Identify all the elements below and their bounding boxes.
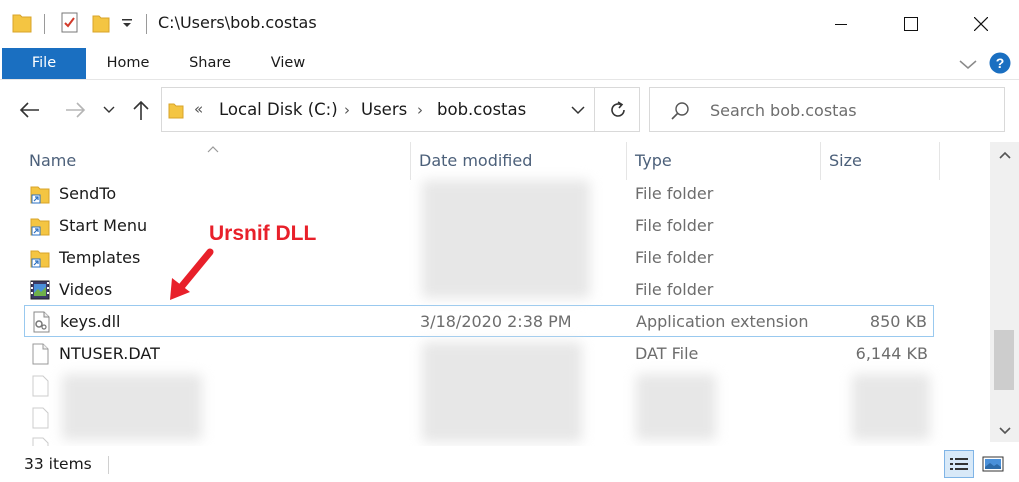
window-title: C:\Users\bob.costas: [158, 13, 317, 32]
tab-home[interactable]: Home: [96, 48, 160, 79]
forward-arrow-icon: [66, 102, 86, 118]
file-name: Videos: [59, 280, 113, 299]
tab-share[interactable]: Share: [180, 48, 240, 79]
large-icons-view-button[interactable]: [978, 450, 1008, 478]
file-type: DAT File: [635, 344, 699, 363]
minimize-icon: [835, 24, 847, 25]
folder-icon: [168, 101, 184, 123]
file-icon: [29, 437, 51, 446]
file-type: File folder: [635, 216, 714, 235]
file-icon: [29, 407, 51, 429]
redaction-blur: [636, 374, 716, 440]
address-bar[interactable]: « Local Disk (C:) › Users › bob.costas: [161, 87, 640, 132]
folder-shortcut-icon: [29, 247, 51, 269]
breadcrumb-separator[interactable]: ›: [344, 101, 350, 119]
breadcrumb-local-disk[interactable]: Local Disk (C:): [219, 100, 338, 119]
close-button[interactable]: [958, 8, 1004, 40]
up-button[interactable]: [128, 97, 154, 123]
file-size: 6,144 KB: [855, 344, 928, 363]
file-name: Start Menu: [59, 216, 148, 235]
file-icon: [29, 375, 51, 397]
expand-ribbon-chevron-icon[interactable]: [958, 56, 978, 75]
folder-icon[interactable]: [12, 12, 32, 38]
file-type: File folder: [635, 184, 714, 203]
column-header-type[interactable]: Type: [635, 142, 815, 180]
file-name: SendTo: [59, 184, 117, 203]
tab-file[interactable]: File: [2, 48, 86, 79]
redaction-blur: [852, 374, 930, 440]
refresh-button[interactable]: [594, 88, 640, 131]
refresh-icon: [610, 100, 625, 117]
properties-icon[interactable]: [60, 12, 80, 38]
list-item-selected[interactable]: keys.dll 3/18/2020 2:38 PM Application e…: [24, 305, 934, 337]
file-type: File folder: [635, 280, 714, 299]
file-name: keys.dll: [60, 312, 121, 331]
forward-button[interactable]: [62, 97, 88, 123]
help-icon[interactable]: ?: [989, 52, 1011, 78]
videos-folder-icon: [29, 279, 51, 301]
title-bar: C:\Users\bob.costas: [0, 0, 1019, 48]
item-count: 33 items: [24, 455, 92, 473]
breadcrumb-users[interactable]: Users: [361, 100, 407, 119]
back-button[interactable]: [17, 97, 43, 123]
redaction-blur: [62, 374, 202, 440]
details-view-icon: [950, 458, 968, 470]
folder-shortcut-icon: [29, 215, 51, 237]
column-header-name[interactable]: Name: [29, 142, 409, 180]
search-input[interactable]: Search bob.costas: [649, 87, 1005, 132]
dll-file-icon: [30, 311, 52, 333]
maximize-button[interactable]: [888, 8, 934, 40]
close-icon: [974, 17, 988, 31]
new-folder-icon[interactable]: [92, 12, 110, 38]
customize-toolbar-chevron-icon[interactable]: [120, 15, 134, 34]
column-divider[interactable]: [939, 142, 940, 180]
column-header-size[interactable]: Size: [829, 142, 929, 180]
overflow-chevron[interactable]: «: [194, 100, 203, 118]
chevron-down-icon: [103, 106, 115, 113]
redaction-blur: [422, 180, 590, 298]
file-type: File folder: [635, 248, 714, 267]
folder-shortcut-icon: [29, 183, 51, 205]
chevron-down-icon: [571, 106, 585, 115]
tab-view[interactable]: View: [258, 48, 318, 79]
scroll-down-button[interactable]: [990, 418, 1019, 444]
scrollbar-thumb[interactable]: [994, 330, 1014, 390]
file-icon: [29, 343, 51, 365]
file-date-modified: 3/18/2020 2:38 PM: [420, 312, 572, 331]
column-divider[interactable]: [626, 142, 627, 180]
recent-locations-button[interactable]: [99, 97, 119, 123]
chevron-down-icon: [998, 427, 1011, 435]
back-arrow-icon: [19, 102, 39, 118]
navigation-bar: « Local Disk (C:) › Users › bob.costas S…: [0, 80, 1019, 138]
file-name: Templates: [59, 248, 141, 267]
search-icon: [670, 101, 690, 125]
column-divider[interactable]: [820, 142, 821, 180]
breadcrumb-bob-costas[interactable]: bob.costas: [437, 100, 526, 119]
up-arrow-icon: [133, 100, 149, 120]
annotation-arrow-icon: [170, 248, 214, 300]
vertical-scrollbar[interactable]: [990, 142, 1019, 442]
minimize-button[interactable]: [818, 8, 864, 40]
scroll-up-button[interactable]: [990, 142, 1019, 168]
divider: [146, 14, 147, 34]
annotation-label: Ursnif DLL: [209, 222, 317, 245]
details-view-button[interactable]: [944, 450, 974, 478]
divider: [44, 14, 45, 34]
file-size: 850 KB: [869, 312, 927, 331]
large-icons-view-icon: [982, 456, 1004, 472]
column-divider[interactable]: [410, 142, 411, 180]
breadcrumb-separator[interactable]: ›: [417, 101, 423, 119]
address-dropdown-button[interactable]: [563, 96, 593, 124]
ribbon-tabs: File Home Share View ?: [0, 48, 1019, 80]
maximize-icon: [904, 17, 918, 31]
file-type: Application extension: [636, 312, 809, 331]
status-bar: 33 items: [0, 446, 1019, 482]
redaction-blur: [422, 342, 582, 442]
divider: [108, 456, 109, 474]
search-placeholder: Search bob.costas: [710, 101, 857, 120]
file-name: NTUSER.DAT: [59, 344, 160, 363]
chevron-up-icon: [998, 151, 1011, 159]
column-header-date-modified[interactable]: Date modified: [419, 142, 619, 180]
svg-text:?: ?: [996, 55, 1005, 71]
